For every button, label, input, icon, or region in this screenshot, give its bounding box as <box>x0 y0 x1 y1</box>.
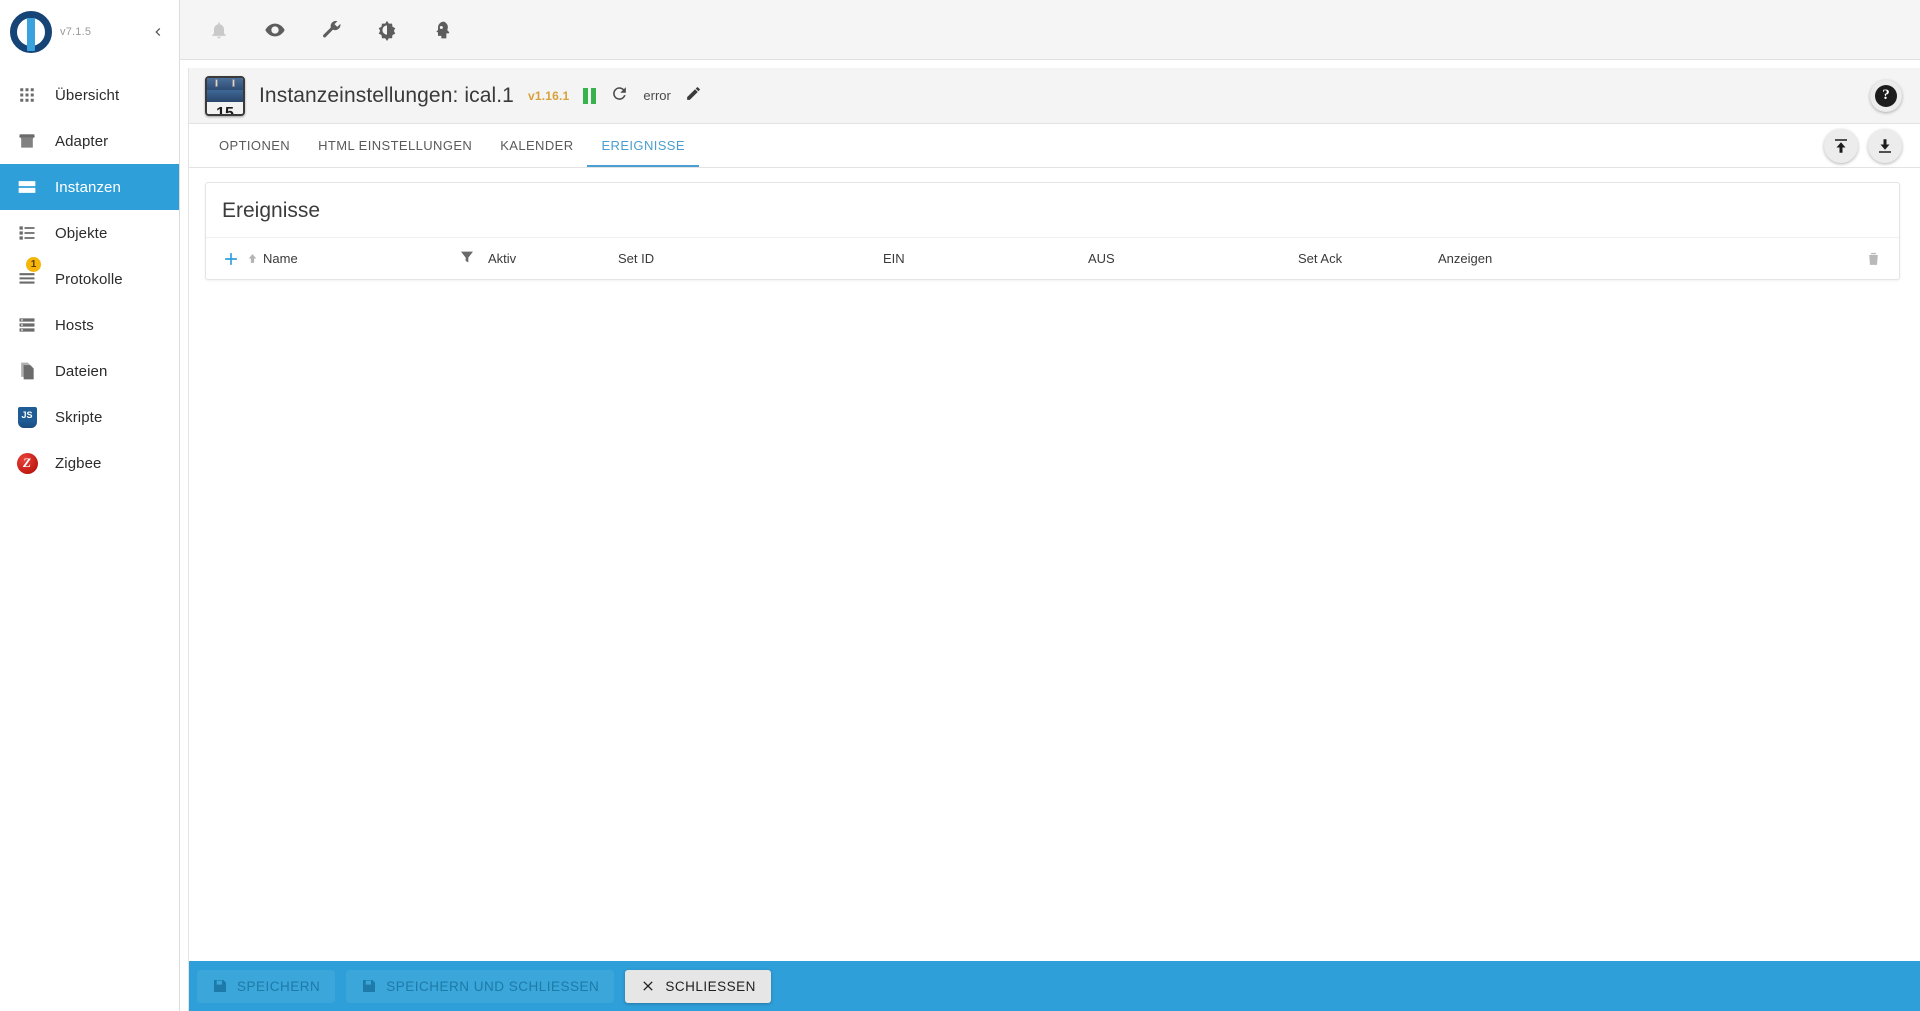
column-header-label: Set Ack <box>1298 251 1343 266</box>
sidebar-item-label: Übersicht <box>55 86 120 104</box>
eye-icon[interactable] <box>260 15 290 45</box>
js-icon: JS <box>17 406 37 428</box>
tab-actions <box>1824 128 1902 163</box>
add-event-button[interactable] <box>216 244 246 274</box>
sidebar-item-zigbee[interactable]: Z Zigbee <box>0 440 179 486</box>
sidebar-item-dateien[interactable]: Dateien <box>0 348 179 394</box>
wrench-icon[interactable] <box>316 15 346 45</box>
export-button[interactable] <box>1824 128 1858 163</box>
column-header-setid: Set ID <box>618 251 883 266</box>
sidebar-item-label: Skripte <box>55 408 103 426</box>
zigbee-icon: Z <box>16 452 38 474</box>
save-button[interactable]: Speichern <box>197 969 336 1003</box>
app-root: v7.1.5 Übersicht Adapter Instanzen Objek… <box>0 0 1920 1011</box>
tab-kalender[interactable]: Kalender <box>486 124 587 167</box>
close-button[interactable]: Schliessen <box>625 969 771 1003</box>
sidebar-item-skripte[interactable]: JS Skripte <box>0 394 179 440</box>
files-icon <box>17 361 37 381</box>
pause-icon[interactable] <box>583 87 597 104</box>
instance-status: error <box>643 88 671 103</box>
close-icon <box>643 981 653 991</box>
instance-settings-area: 15 Instanzeinstellungen: ical.1 v1.16.1 … <box>180 60 1920 961</box>
tab-ereignisse[interactable]: Ereignisse <box>587 124 700 167</box>
page-title: Instanzeinstellungen: ical.1 <box>259 83 514 107</box>
instance-settings-card: 15 Instanzeinstellungen: ical.1 v1.16.1 … <box>188 68 1920 961</box>
column-header-setack: Set Ack <box>1298 251 1438 266</box>
save-and-close-label: Speichern und schliessen <box>386 978 600 994</box>
upload-icon <box>1835 138 1847 153</box>
column-header-label: Set ID <box>618 251 655 266</box>
column-header-label: EIN <box>883 251 905 266</box>
top-toolbar <box>180 0 1920 60</box>
sidebar-item-label: Hosts <box>55 316 94 334</box>
trash-icon <box>1868 252 1878 265</box>
instances-icon <box>17 177 37 197</box>
refresh-icon[interactable] <box>610 84 629 108</box>
store-icon <box>17 131 37 151</box>
sidebar-item-instanzen[interactable]: Instanzen <box>0 164 179 210</box>
filter-button[interactable] <box>446 249 488 268</box>
tab-content-ereignisse: Ereignisse Name Aktiv Set ID EIN AUS Set… <box>189 168 1920 961</box>
table-title: Ereignisse <box>222 199 321 222</box>
help-button[interactable]: ? <box>1870 79 1902 112</box>
sidebar-item-label: Instanzen <box>55 178 121 196</box>
column-header-aus: AUS <box>1088 251 1298 266</box>
column-header-name[interactable]: Name <box>246 251 446 266</box>
sidebar-item-hosts[interactable]: Hosts <box>0 302 179 348</box>
tab-optionen[interactable]: Optionen <box>205 124 304 167</box>
save-label: Speichern <box>237 978 321 994</box>
sidebar-item-protokolle[interactable]: 1 Protokolle <box>0 256 179 302</box>
floppy-icon <box>363 980 376 992</box>
calendar-icon: 15 <box>205 75 245 116</box>
close-label: Schliessen <box>665 978 756 994</box>
column-header-ein: EIN <box>883 251 1088 266</box>
sidebar-item-label: Objekte <box>55 224 108 242</box>
pencil-icon[interactable] <box>685 85 702 107</box>
column-header-label: Name <box>263 251 298 266</box>
iobroker-logo <box>8 9 54 55</box>
expert-head-icon[interactable] <box>428 15 458 45</box>
list-icon <box>17 223 37 243</box>
brightness-icon[interactable] <box>372 15 402 45</box>
bell-icon[interactable] <box>204 15 234 45</box>
help-icon: ? <box>1875 84 1897 107</box>
sidebar-item-label: Dateien <box>55 362 108 380</box>
server-icon <box>17 315 37 335</box>
column-header-aktiv: Aktiv <box>488 251 618 266</box>
status-badge: 1 <box>25 256 42 273</box>
events-table: Ereignisse Name Aktiv Set ID EIN AUS Set… <box>205 182 1900 280</box>
column-header-label: AUS <box>1088 251 1115 266</box>
tab-html-einstellungen[interactable]: HTML Einstellungen <box>304 124 486 167</box>
sidebar-item-adapter[interactable]: Adapter <box>0 118 179 164</box>
sidebar-item-label: Protokolle <box>55 270 123 288</box>
chevron-left-icon[interactable] <box>143 17 173 47</box>
sidebar-nav: Übersicht Adapter Instanzen Objekte 1 Pr… <box>0 64 179 486</box>
delete-all-button[interactable] <box>1859 245 1887 273</box>
sidebar-item-label: Adapter <box>55 132 109 150</box>
import-button[interactable] <box>1868 128 1902 163</box>
sidebar-item-objekte[interactable]: Objekte <box>0 210 179 256</box>
app-version: v7.1.5 <box>60 26 92 38</box>
table-header-row: Name Aktiv Set ID EIN AUS Set Ack Anzeig… <box>206 237 1899 279</box>
download-icon <box>1879 138 1891 153</box>
sidebar-header: v7.1.5 <box>0 0 179 64</box>
instance-version: v1.16.1 <box>527 88 570 103</box>
sidebar-item-ubersicht[interactable]: Übersicht <box>0 72 179 118</box>
main-area: 15 Instanzeinstellungen: ical.1 v1.16.1 … <box>180 0 1920 1011</box>
arrow-up-icon <box>246 252 259 265</box>
save-and-close-button[interactable]: Speichern und schliessen <box>346 969 615 1003</box>
sidebar-item-label: Zigbee <box>55 454 102 472</box>
floppy-icon <box>214 980 226 992</box>
grid-icon <box>18 86 36 104</box>
funnel-icon <box>459 249 475 268</box>
sidebar: v7.1.5 Übersicht Adapter Instanzen Objek… <box>0 0 180 1011</box>
calendar-day: 15 <box>207 101 243 114</box>
column-header-label: Aktiv <box>488 251 517 266</box>
column-header-anzeigen: Anzeigen <box>1438 251 1859 266</box>
column-header-label: Anzeigen <box>1438 251 1493 266</box>
instance-header: 15 Instanzeinstellungen: ical.1 v1.16.1 … <box>189 68 1920 124</box>
settings-tabs: Optionen HTML Einstellungen Kalender Ere… <box>189 124 1920 168</box>
footer-actions: Speichern Speichern und schliessen Schli… <box>188 961 1920 1011</box>
